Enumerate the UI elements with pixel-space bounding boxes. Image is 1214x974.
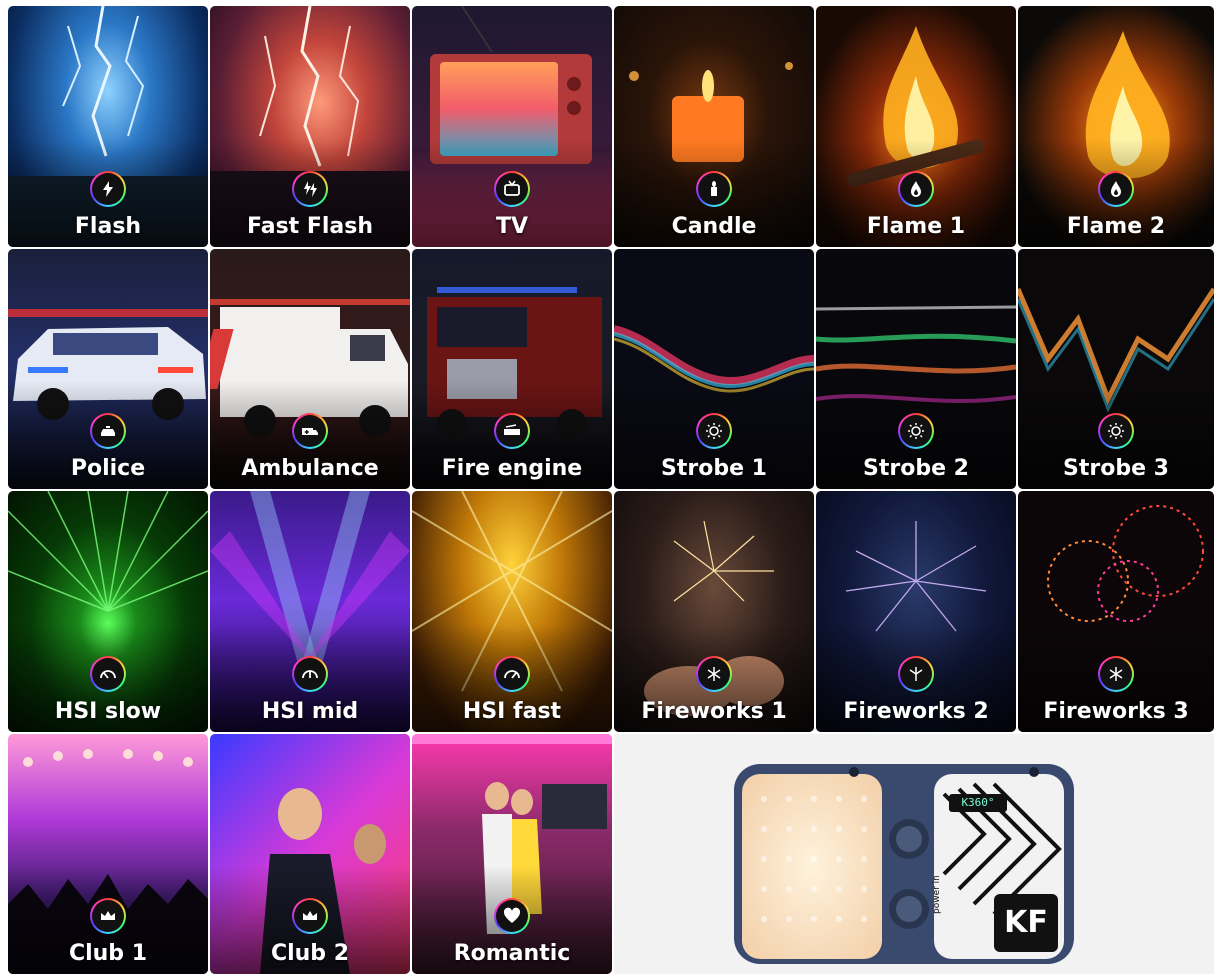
flame-icon [911,181,921,197]
effect-badge [1098,171,1134,207]
effect-tile-hsi-fast[interactable]: HSI fast [412,491,612,732]
effect-badge [696,413,732,449]
effect-tile-flame-2[interactable]: Flame 2 [1018,6,1214,247]
firework-icon [707,667,721,681]
candle-icon [711,181,717,196]
effect-label: Fireworks 2 [843,699,989,724]
effect-tile-romantic[interactable]: Romantic [412,734,612,974]
effect-label: Police [70,456,146,481]
effect-tile-fast-flash[interactable]: Fast Flash [210,6,410,247]
fire-truck-icon [504,424,520,435]
effect-badge [1098,413,1134,449]
crown-icon [303,911,317,920]
strobe-icon [1108,423,1124,439]
effect-badge [494,898,530,934]
effect-label: HSI slow [54,699,162,724]
effect-badge [292,656,328,692]
effect-badge [494,413,530,449]
crown-icon [101,911,115,920]
effect-badge [898,413,934,449]
effect-label: Candle [671,214,757,239]
gauge-icon [504,670,520,679]
effect-tile-police[interactable]: Police [8,249,208,489]
effect-tile-hsi-slow[interactable]: HSI slow [8,491,208,732]
effect-badge [898,656,934,692]
effect-label: Ambulance [241,456,379,481]
effect-badge [90,656,126,692]
effect-tile-hsi-mid[interactable]: HSI mid [210,491,410,732]
effect-badge [1098,656,1134,692]
effect-badge [90,898,126,934]
lightning-icon [103,181,113,197]
heart-icon [503,907,521,923]
effect-label: Strobe 3 [1063,456,1169,481]
effect-badge [494,171,530,207]
effect-tile-fire-engine[interactable]: Fire engine [412,249,612,489]
effect-badge [696,656,732,692]
effect-label: HSI mid [261,699,359,724]
effect-label: Fireworks 1 [641,699,787,724]
effect-tile-club-1[interactable]: Club 1 [8,734,208,974]
effect-badge [494,656,530,692]
effect-badge [292,171,328,207]
effect-label: Flash [74,214,142,239]
product-image: K360° power in KF [614,734,1214,974]
device-display-text: K360° [961,796,995,809]
effect-tile-strobe-1[interactable]: Strobe 1 [614,249,814,489]
firework-icon [1109,667,1123,681]
effect-tile-ambulance[interactable]: Ambulance [210,249,410,489]
effect-badge [898,171,934,207]
effect-label: HSI fast [462,699,562,724]
effect-badge [292,413,328,449]
effect-label: Club 2 [270,941,350,966]
effect-badge [90,413,126,449]
gauge-icon [100,670,116,679]
effect-tile-fireworks-1[interactable]: Fireworks 1 [614,491,814,732]
effect-label: Flame 2 [1066,214,1166,239]
effect-label: Romantic [453,941,571,966]
effect-label: Club 1 [68,941,148,966]
firework-icon [909,667,923,681]
effect-tile-fireworks-3[interactable]: Fireworks 3 [1018,491,1214,732]
flame-icon [1111,181,1121,197]
effect-tile-fireworks-2[interactable]: Fireworks 2 [816,491,1016,732]
effect-badge [90,171,126,207]
police-car-icon [101,426,115,436]
effect-tile-strobe-3[interactable]: Strobe 3 [1018,249,1214,489]
effect-badge [696,171,732,207]
tv-icon [504,180,520,196]
led-light-device [734,764,1074,964]
effect-tile-strobe-2[interactable]: Strobe 2 [816,249,1016,489]
double-lightning-icon [304,181,317,197]
effect-label: Flame 1 [866,214,966,239]
effect-tile-club-2[interactable]: Club 2 [210,734,410,974]
effect-tile-flame-1[interactable]: Flame 1 [816,6,1016,247]
effect-label: Fireworks 3 [1043,699,1189,724]
strobe-icon [706,423,722,439]
effect-label: Strobe 1 [661,456,767,481]
effect-label: Strobe 2 [863,456,969,481]
strobe-icon [908,423,924,439]
effect-label: Fast Flash [246,214,374,239]
brand-logo: KF [1004,905,1048,940]
device-side-text: power in [932,875,942,914]
gauge-icon [302,670,318,679]
effect-badge [292,898,328,934]
effect-label: TV [495,214,529,239]
effect-tile-tv[interactable]: TV [412,6,612,247]
effect-tile-flash[interactable]: Flash [8,6,208,247]
effect-tile-candle[interactable]: Candle [614,6,814,247]
effect-label: Fire engine [441,456,583,481]
ambulance-icon [302,428,318,435]
